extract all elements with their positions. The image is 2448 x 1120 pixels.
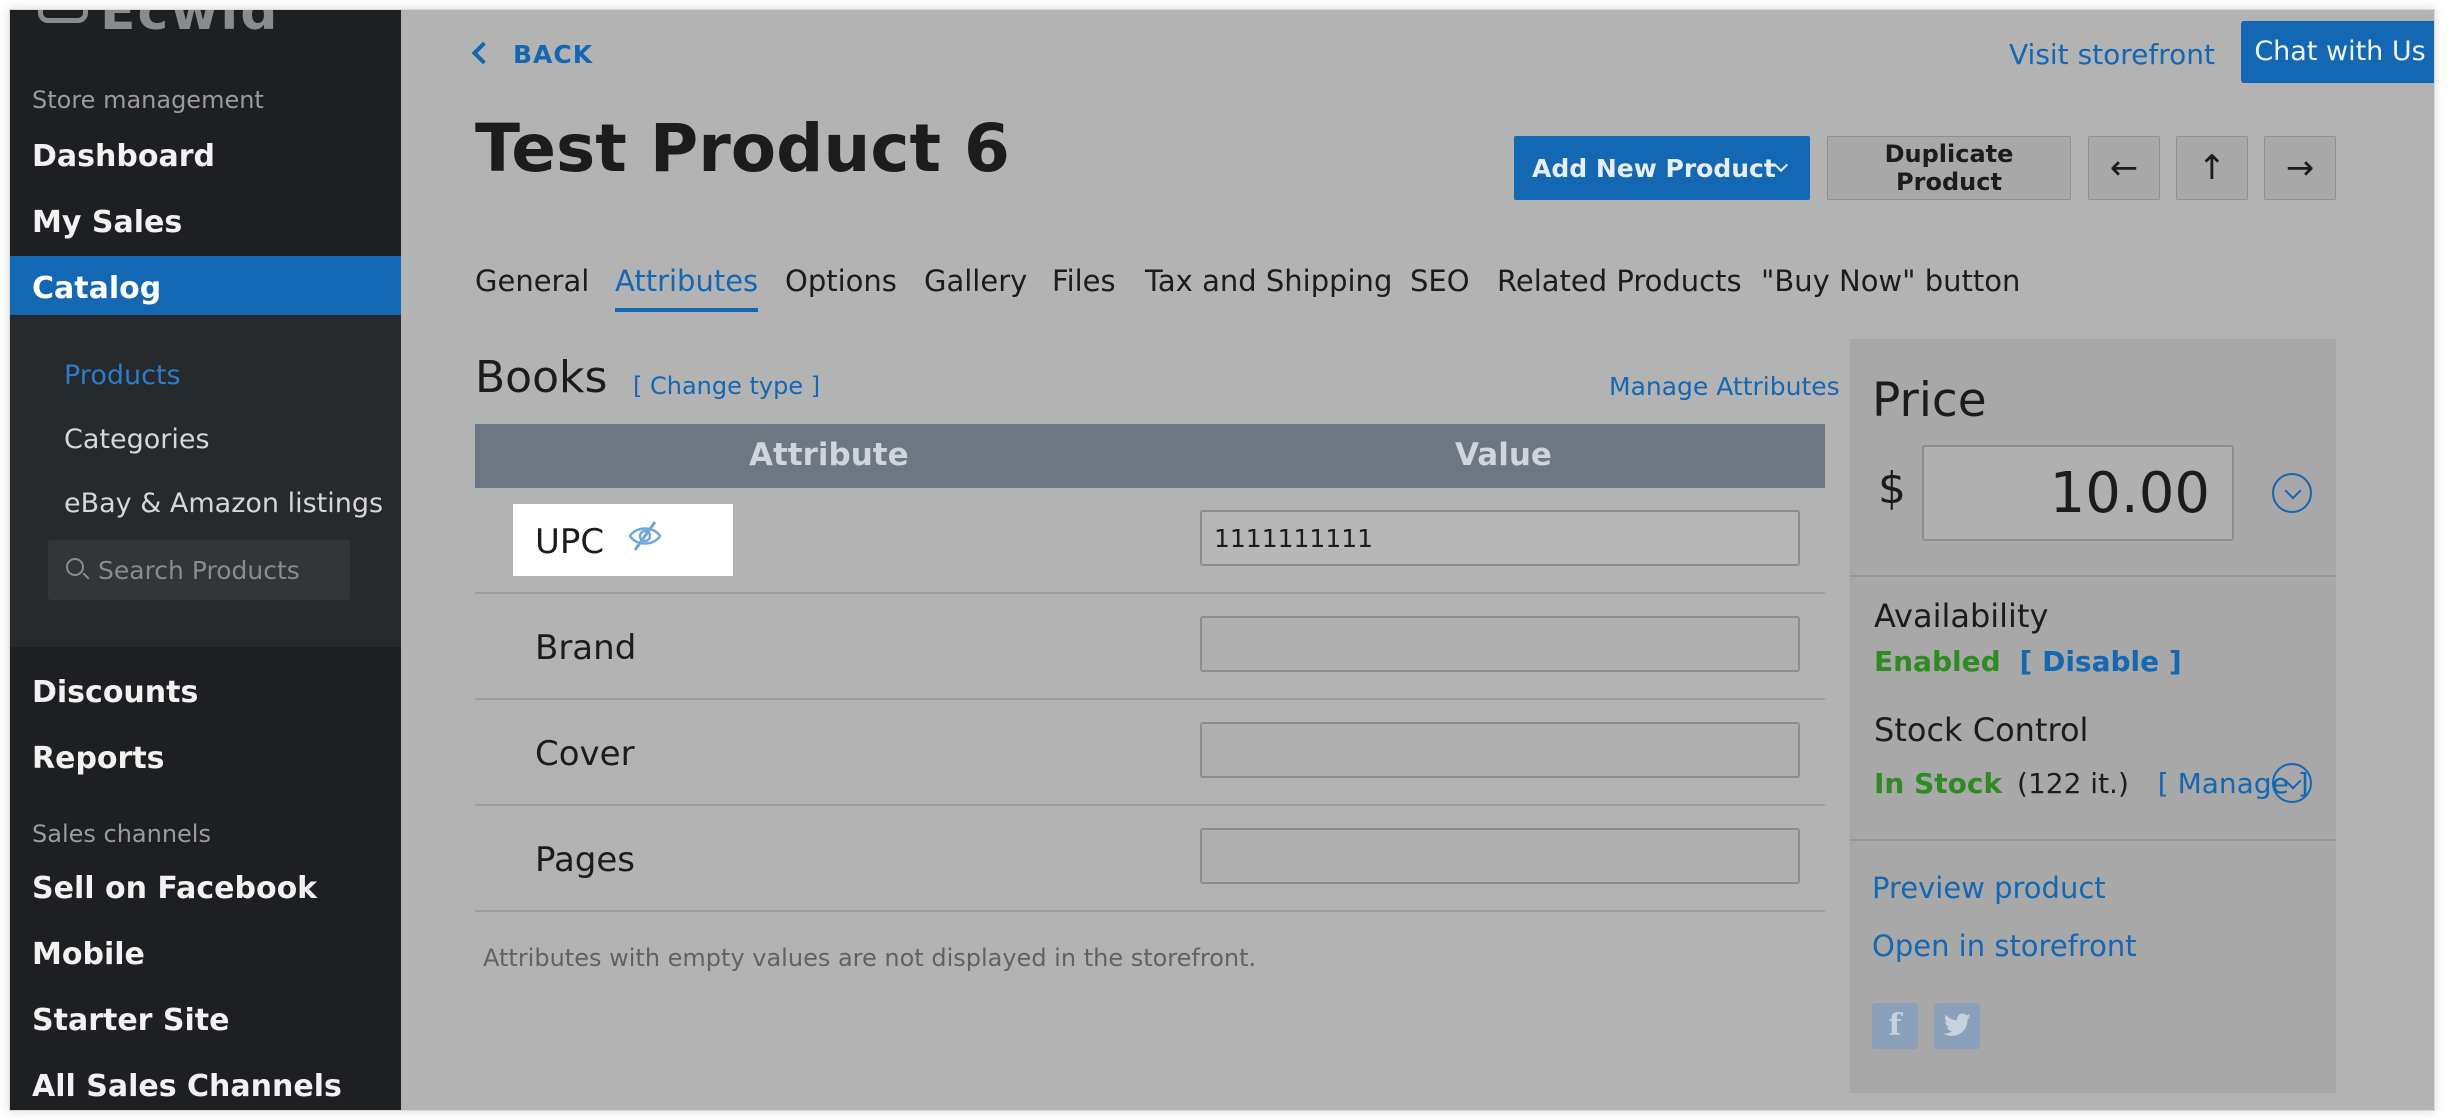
twitter-icon[interactable] xyxy=(1934,1003,1980,1049)
price-panel: Price $ Availability Enabled [ Disable ]… xyxy=(1850,339,2336,1093)
ecwid-logo[interactable]: Ecwid xyxy=(38,10,279,42)
tab-options[interactable]: Options xyxy=(785,264,897,308)
attribute-value-upc[interactable] xyxy=(1200,510,1800,566)
stock-control-label: Stock Control xyxy=(1874,711,2089,749)
table-row: Brand xyxy=(475,594,1825,700)
chevron-down-circle-icon[interactable] xyxy=(2272,763,2312,803)
attribute-label-upc: UPC xyxy=(535,522,605,562)
disable-link[interactable]: [ Disable ] xyxy=(2020,645,2182,678)
sales-channels-heading: Sales channels xyxy=(32,820,211,848)
tab-files[interactable]: Files xyxy=(1052,264,1116,308)
sidebar-item-discounts[interactable]: Discounts xyxy=(10,660,401,726)
chat-with-us-button[interactable]: Chat with Us xyxy=(2241,21,2434,83)
sidebar: Ecwid Store management Dashboard My Sale… xyxy=(10,10,401,1110)
chevron-left-icon xyxy=(471,41,495,65)
table-header: Attribute Value xyxy=(475,424,1825,488)
price-input[interactable] xyxy=(1922,445,2234,541)
sidebar-item-reports[interactable]: Reports xyxy=(10,726,401,792)
chevron-down-circle-icon[interactable] xyxy=(2272,473,2312,513)
attribute-value-cover[interactable] xyxy=(1200,722,1800,778)
up-to-list-button[interactable]: ↑ xyxy=(2176,136,2248,200)
table-row: UPC xyxy=(475,488,1825,594)
attribute-value-brand[interactable] xyxy=(1200,616,1800,672)
open-in-storefront-link[interactable]: Open in storefront xyxy=(1872,929,2137,963)
stock-status: In Stock xyxy=(1874,767,2003,800)
sidebar-item-my-sales[interactable]: My Sales xyxy=(10,190,401,256)
stock-row: In Stock (122 it.) [ Manage ] xyxy=(1874,767,2309,800)
column-header-value: Value xyxy=(1455,437,1552,473)
attribute-label-pages: Pages xyxy=(535,840,636,880)
previous-product-button[interactable]: ← xyxy=(2088,136,2160,200)
page-title: Test Product 6 xyxy=(475,110,1010,187)
tab-tax-and-shipping[interactable]: Tax and Shipping xyxy=(1145,264,1392,308)
empty-values-note: Attributes with empty values are not dis… xyxy=(483,944,1257,972)
table-row: Cover xyxy=(475,700,1825,806)
attribute-value-pages[interactable] xyxy=(1200,828,1800,884)
search-products-box[interactable] xyxy=(48,540,350,600)
tab-attributes[interactable]: Attributes xyxy=(615,264,759,312)
attribute-label-cover: Cover xyxy=(535,734,635,774)
sidebar-subitem-categories[interactable]: Categories xyxy=(64,424,210,455)
back-link[interactable]: BACK xyxy=(471,40,593,69)
tab-related-products[interactable]: Related Products xyxy=(1497,264,1742,308)
availability-label: Availability xyxy=(1874,597,2049,635)
price-heading: Price xyxy=(1872,373,1987,428)
next-product-button[interactable]: → xyxy=(2264,136,2336,200)
chevron-down-icon[interactable] xyxy=(1773,157,1789,173)
tab-seo[interactable]: SEO xyxy=(1410,264,1470,308)
change-type-link[interactable]: [ Change type ] xyxy=(633,372,820,400)
manage-attributes-link[interactable]: Manage Attributes xyxy=(1609,372,1840,401)
eye-off-icon[interactable] xyxy=(627,518,663,554)
main-content: BACK Visit storefront Chat with Us Test … xyxy=(401,10,2434,1110)
sidebar-item-starter-site[interactable]: Starter Site xyxy=(10,988,401,1054)
search-icon xyxy=(66,558,84,576)
sidebar-item-all-sales-channels[interactable]: All Sales Channels xyxy=(10,1054,401,1110)
store-management-heading: Store management xyxy=(32,86,264,114)
preview-product-link[interactable]: Preview product xyxy=(1872,871,2106,905)
sidebar-item-dashboard[interactable]: Dashboard xyxy=(10,124,401,190)
divider xyxy=(1850,839,2336,841)
attribute-type-title: Books xyxy=(475,352,608,403)
tab-buy-now-button[interactable]: "Buy Now" button xyxy=(1761,264,2020,308)
add-new-product-button[interactable]: Add New Product xyxy=(1514,136,1810,200)
facebook-icon[interactable]: f xyxy=(1872,1003,1918,1049)
tab-general[interactable]: General xyxy=(475,264,589,308)
sidebar-subitem-products[interactable]: Products xyxy=(64,360,181,391)
app-window: Ecwid Store management Dashboard My Sale… xyxy=(9,9,2435,1111)
attribute-label-brand: Brand xyxy=(535,628,637,668)
button-separator xyxy=(1754,136,1755,200)
attributes-table: Attribute Value UPC Brand Cover xyxy=(475,424,1825,912)
search-products-input[interactable] xyxy=(98,540,338,600)
table-row: Pages xyxy=(475,806,1825,912)
duplicate-product-button[interactable]: Duplicate Product xyxy=(1827,136,2071,200)
availability-row: Enabled [ Disable ] xyxy=(1874,645,2182,678)
sidebar-subitem-ebay-amazon[interactable]: eBay & Amazon listings xyxy=(64,488,383,519)
stock-count: (122 it.) xyxy=(2017,767,2129,800)
sidebar-item-sell-on-facebook[interactable]: Sell on Facebook xyxy=(10,856,401,922)
currency-symbol: $ xyxy=(1878,463,1906,514)
availability-status: Enabled xyxy=(1874,645,2001,678)
tab-gallery[interactable]: Gallery xyxy=(924,264,1027,308)
sidebar-item-catalog[interactable]: Catalog xyxy=(10,256,401,322)
column-header-attribute: Attribute xyxy=(749,437,909,473)
sidebar-item-mobile[interactable]: Mobile xyxy=(10,922,401,988)
divider xyxy=(1850,575,2336,577)
add-new-product-label: Add New Product xyxy=(1532,153,1776,183)
visit-storefront-link[interactable]: Visit storefront xyxy=(2009,38,2215,71)
